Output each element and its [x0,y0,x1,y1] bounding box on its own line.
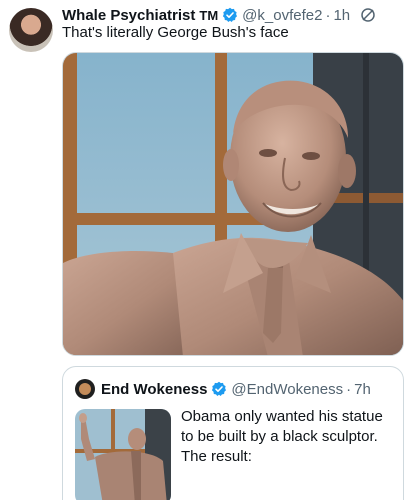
statue-thumbnail-photo [75,409,171,500]
separator-dot: · [346,380,352,398]
quoted-tweet-thumbnail[interactable] [75,409,171,500]
separator-dot: · [325,6,331,24]
quoted-author-avatar [75,379,95,399]
author-name-suffix: TM [199,7,219,23]
muted-slash-icon [360,7,376,23]
quoted-tweet[interactable]: End Wokeness @EndWokeness · 7h Obama onl… [62,366,404,500]
author-handle[interactable]: @k_ovfefe2 [242,7,322,24]
tweet-header: Whale Psychiatrist TM @k_ovfefe2 · 1h [62,5,404,25]
statue-photo [63,53,403,355]
quoted-tweet-text: Obama only wanted his statue to be built… [181,408,383,465]
tweet-media-image[interactable] [62,52,404,356]
verified-badge-icon [211,381,227,397]
quoted-author-name: End Wokeness [101,380,208,398]
tweet-text: That's literally George Bush's face [62,24,289,41]
verified-badge-icon [222,7,238,23]
quoted-tweet-header: End Wokeness @EndWokeness · 7h [75,379,371,399]
author-avatar[interactable] [9,8,53,52]
tweet-time[interactable]: 1h [333,7,350,24]
quoted-author-handle: @EndWokeness [231,380,344,398]
author-name[interactable]: Whale Psychiatrist [62,7,195,24]
quoted-tweet-time: 7h [354,380,371,398]
